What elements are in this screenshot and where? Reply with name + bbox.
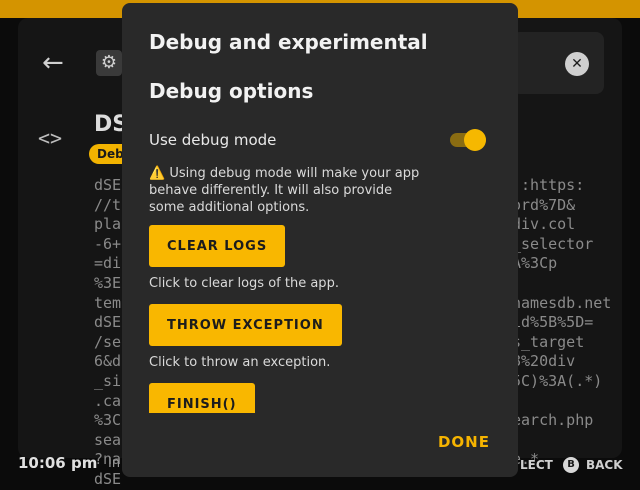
code-icon: <> <box>38 126 63 150</box>
throw-exception-button[interactable]: THROW EXCEPTION <box>149 304 342 346</box>
toggle-knob <box>464 129 486 151</box>
back-arrow-icon[interactable]: ← <box>42 50 64 76</box>
dialog-scroll-area[interactable]: Debug options Use debug mode ⚠️ Using de… <box>122 65 518 413</box>
clock-suffix: In <box>108 456 121 471</box>
gear-icon: ⚙ <box>96 50 122 76</box>
dialog-title: Debug and experimental <box>149 30 428 54</box>
select-hint: LECT <box>520 458 553 472</box>
search-bar[interactable] <box>512 32 604 94</box>
debug-mode-label: Use debug mode <box>149 131 277 149</box>
debug-dialog: Debug and experimental Debug options Use… <box>122 3 518 477</box>
finish-button[interactable]: FINISH() <box>149 383 255 413</box>
clock: 10:06 pm <box>18 454 98 472</box>
section-title: Debug options <box>149 79 314 103</box>
clear-logs-hint: Click to clear logs of the app. <box>149 276 339 291</box>
done-button[interactable]: DONE <box>438 433 490 451</box>
clear-icon[interactable]: ✕ <box>565 52 589 76</box>
code-text-right: ):https: ord%7D& div.col _selector A%3Cp… <box>512 176 612 469</box>
back-hint: BACK <box>586 458 623 472</box>
debug-mode-toggle[interactable] <box>450 129 488 151</box>
throw-exception-hint: Click to throw an exception. <box>149 355 331 370</box>
debug-warning: ⚠️ Using debug mode will make your app b… <box>149 166 420 215</box>
b-button-icon: B <box>563 457 579 473</box>
code-text-left: dSE //t pla -6+ =di %3E tem dSE /se 6&d … <box>94 176 122 488</box>
clear-logs-button[interactable]: CLEAR LOGS <box>149 225 286 267</box>
